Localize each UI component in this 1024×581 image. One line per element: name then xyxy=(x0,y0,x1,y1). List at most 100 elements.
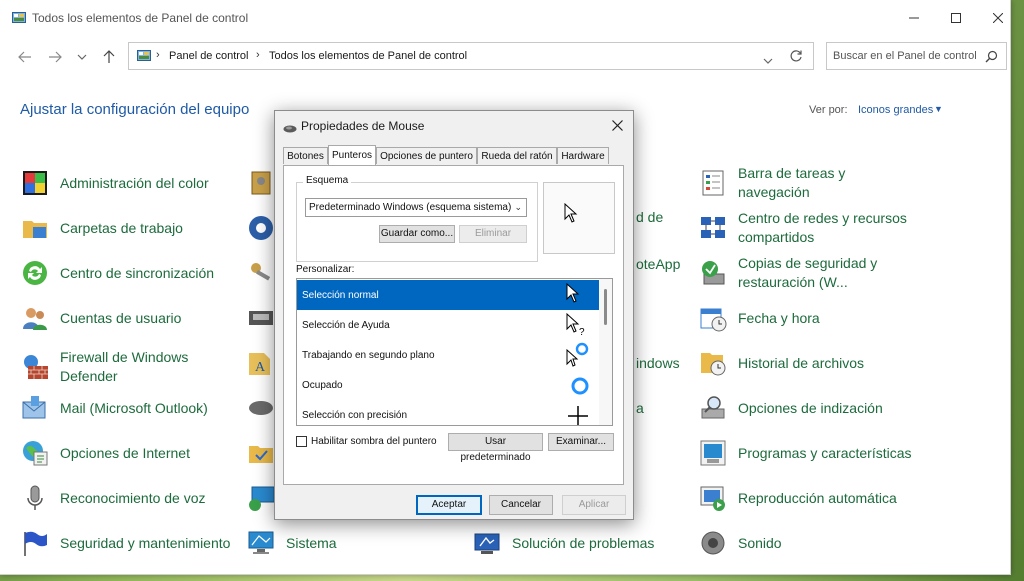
close-icon xyxy=(611,119,623,131)
cp-item-sync-center[interactable]: Centro de sincronización xyxy=(20,258,214,288)
search-input[interactable] xyxy=(833,48,978,64)
pointer-list-scrollbar[interactable] xyxy=(599,279,612,425)
tab-botones[interactable]: Botones xyxy=(283,147,328,164)
cp-item-col2-row4[interactable] xyxy=(246,303,276,333)
cp-item-indexing[interactable]: Opciones de indización xyxy=(698,393,883,423)
work-folders-icon xyxy=(23,221,47,238)
dialog-close-button[interactable] xyxy=(605,114,629,136)
sync-center-icon xyxy=(23,261,47,285)
close-button[interactable] xyxy=(978,4,1018,32)
pointer-shadow-checkbox[interactable] xyxy=(296,436,307,447)
pointer-row-working-background[interactable]: Trabajando en segundo plano xyxy=(297,340,599,370)
cp-item-col2-row8[interactable] xyxy=(246,483,276,513)
control-panel-window: Todos los elementos de Panel de control … xyxy=(0,0,1011,575)
delete-button[interactable]: Eliminar xyxy=(459,225,527,243)
cp-item-color-management[interactable]: Administración del color xyxy=(20,168,209,198)
microphone-icon xyxy=(27,485,43,510)
search-box[interactable] xyxy=(826,42,1007,70)
maximize-button[interactable] xyxy=(936,4,976,32)
admin-tools-icon xyxy=(251,171,271,195)
arrow-cursor-icon xyxy=(566,282,580,303)
cp-item-col2-row3[interactable] xyxy=(246,258,276,288)
firewall-icon xyxy=(24,355,48,379)
cp-item-col2-row1[interactable] xyxy=(246,168,276,198)
mouse-properties-dialog: Propiedades de Mouse Botones Punteros Op… xyxy=(274,110,634,520)
page-title: Ajustar la configuración del equipo xyxy=(20,101,250,118)
view-by-dropdown[interactable]: Iconos grandes xyxy=(858,104,933,116)
cp-item-programs-features[interactable]: Programas y características xyxy=(698,438,912,468)
breadcrumb-control-panel[interactable]: Panel de control xyxy=(169,50,249,62)
back-button[interactable] xyxy=(14,46,36,68)
caret-down-icon[interactable]: ▼ xyxy=(934,104,943,114)
cp-item-speech-recognition[interactable]: Reconocimiento de voz xyxy=(20,483,206,513)
scheme-label: Esquema xyxy=(303,175,352,186)
cp-item-system[interactable]: Sistema xyxy=(246,528,337,558)
cp-item-security-maintenance[interactable]: Seguridad y mantenimiento xyxy=(20,528,230,558)
forward-button[interactable] xyxy=(44,46,66,68)
cp-item-col2-row7[interactable] xyxy=(246,438,276,468)
title-bar[interactable]: Todos los elementos de Panel de control xyxy=(0,0,1010,36)
pointer-shadow-label: Habilitar sombra del puntero xyxy=(311,436,437,447)
save-as-button[interactable]: Guardar como... xyxy=(379,225,455,243)
pointer-row-busy[interactable]: Ocupado xyxy=(297,370,599,400)
arrow-left-icon xyxy=(18,51,31,63)
customize-label: Personalizar: xyxy=(296,264,355,275)
apply-button[interactable]: Aplicar xyxy=(562,495,626,515)
search-icon[interactable] xyxy=(985,50,998,68)
breadcrumb-all-items[interactable]: Todos los elementos de Panel de control xyxy=(269,50,467,62)
scrollbar-thumb[interactable] xyxy=(604,289,607,325)
address-history-button[interactable] xyxy=(763,52,773,70)
cp-item-col2-row5[interactable]: A xyxy=(246,348,276,378)
up-button[interactable] xyxy=(98,46,120,68)
system-icon xyxy=(248,531,274,554)
cp-item-date-time[interactable]: Fecha y hora xyxy=(698,303,820,333)
mouse-icon xyxy=(283,121,297,139)
cp-item-troubleshooting[interactable]: Solución de problemas xyxy=(472,528,654,558)
cancel-button[interactable]: Cancelar xyxy=(489,495,553,515)
cp-item-taskbar[interactable]: Barra de tareas y navegación xyxy=(698,164,913,202)
cp-item-network-center[interactable]: Centro de redes y recursos compartidos xyxy=(698,209,913,247)
punteros-panel: Esquema Predeterminado Windows (esquema … xyxy=(283,165,624,485)
ok-button[interactable]: Aceptar xyxy=(416,495,482,515)
cp-item-backup-restore[interactable]: Copias de seguridad y restauración (W... xyxy=(698,254,913,292)
autoplay-icon xyxy=(700,486,725,511)
cp-item-col3-row3-fragment[interactable]: oteApp xyxy=(636,256,680,272)
refresh-button[interactable] xyxy=(789,49,803,68)
use-default-button[interactable]: Usar predeterminado xyxy=(448,433,543,463)
scheme-select[interactable]: Predeterminado Windows (esquema sistema)… xyxy=(305,198,527,217)
file-history-icon xyxy=(701,353,726,376)
pointer-list[interactable]: Selección normal Selección de Ayuda ? Tr… xyxy=(296,278,613,426)
cp-item-col2-row6[interactable] xyxy=(246,393,276,423)
crosshair-cursor-icon xyxy=(568,406,588,425)
cp-item-sound[interactable]: Sonido xyxy=(698,528,782,558)
pointer-row-precision-select[interactable]: Selección con precisión xyxy=(297,400,599,425)
busy-cursor-icon xyxy=(571,377,589,395)
cp-item-user-accounts[interactable]: Cuentas de usuario xyxy=(20,303,181,333)
tab-rueda-del-raton[interactable]: Rueda del ratón xyxy=(477,147,557,164)
pointer-row-help-select[interactable]: Selección de Ayuda ? xyxy=(297,310,599,340)
pointer-row-normal-select[interactable]: Selección normal xyxy=(297,280,599,310)
tab-hardware[interactable]: Hardware xyxy=(557,147,609,164)
color-management-icon xyxy=(23,171,47,195)
minimize-button[interactable] xyxy=(894,4,934,32)
cp-item-col3-row2-fragment[interactable]: d de xyxy=(636,209,663,225)
cp-item-autoplay[interactable]: Reproducción automática xyxy=(698,483,897,513)
cp-item-file-history[interactable]: Historial de archivos xyxy=(698,348,864,378)
cp-item-mail[interactable]: Mail (Microsoft Outlook) xyxy=(20,393,208,423)
refresh-icon xyxy=(790,50,802,62)
address-bar[interactable]: › Panel de control › Todos los elementos… xyxy=(128,42,814,70)
browse-button[interactable]: Examinar... xyxy=(548,433,614,451)
recent-locations-button[interactable] xyxy=(71,46,93,68)
troubleshooting-icon xyxy=(474,533,500,554)
cp-item-work-folders[interactable]: Carpetas de trabajo xyxy=(20,213,183,243)
tab-punteros[interactable]: Punteros xyxy=(328,145,376,165)
cp-item-firewall[interactable]: Firewall de Windows Defender xyxy=(20,348,236,386)
control-panel-icon xyxy=(12,11,26,30)
cp-item-col3-row6-fragment[interactable]: a xyxy=(636,400,644,416)
cp-item-internet-options[interactable]: Opciones de Internet xyxy=(20,438,190,468)
internet-options-icon xyxy=(23,441,48,466)
tab-opciones-de-puntero[interactable]: Opciones de puntero xyxy=(376,147,477,164)
arrow-up-icon xyxy=(103,50,115,63)
cp-item-col3-row5-fragment[interactable]: indows xyxy=(636,355,680,371)
cp-item-col2-row2[interactable] xyxy=(246,213,276,243)
